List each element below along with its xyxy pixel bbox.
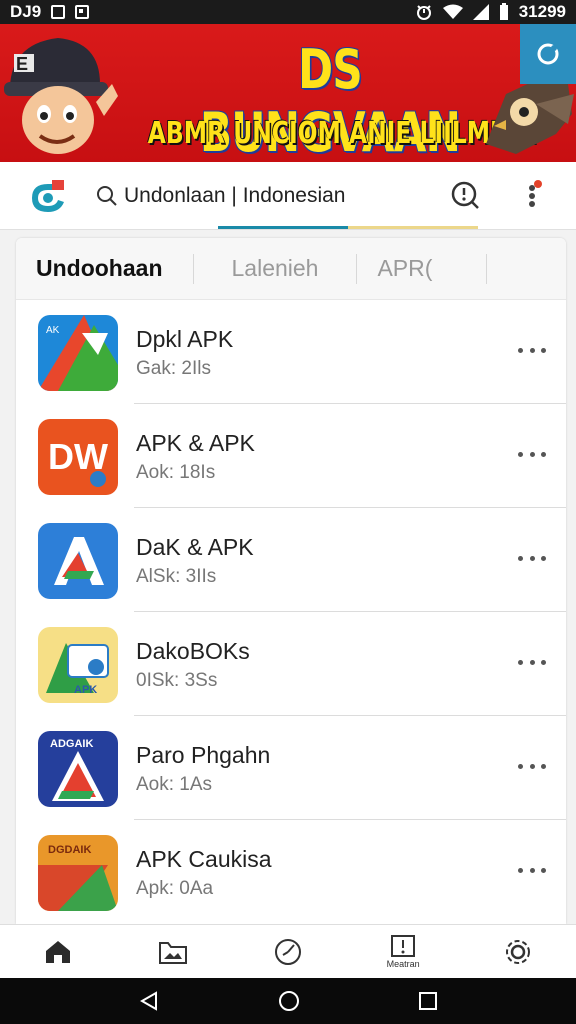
tab-label: Undoohaan [36,255,163,281]
wifi-icon [442,4,463,19]
tab-label: APR( [377,255,433,281]
home-circle-icon[interactable] [277,989,301,1013]
apk-yellow-icon: APK [38,627,118,703]
item-more-button[interactable] [518,548,546,568]
nav-downloads[interactable]: Meatran [373,925,433,979]
nav-label: Meatran [386,959,420,969]
status-carrier: DJ9 [10,2,42,21]
svg-text:APK: APK [74,684,97,696]
notification-dot [534,180,542,188]
signal-icon [472,4,489,20]
list-item[interactable]: DGDAIK APK Caukisa Apk: 0Aa [16,820,566,924]
more-options-button[interactable] [520,178,544,214]
list-item[interactable]: DW APK & APK Aok: 18Is [16,404,566,508]
item-more-button[interactable] [518,340,546,360]
app-name: Dpkl APK [136,326,234,352]
tab-bar: Undoohaan Lalenieh APR( [16,238,566,300]
settings-gear-icon [506,939,531,964]
list-item[interactable]: DaK & APK AlSk: 3IIs [16,508,566,612]
item-more-button[interactable] [518,860,546,880]
search-input[interactable]: Undonlaan | Indonesian [96,178,436,214]
dgdaik-orange-icon: DGDAIK [38,835,118,911]
list-item[interactable]: APK DakoBOKs 0ISk: 3Ss [16,612,566,716]
app-name: DaK & APK [136,534,254,560]
app-meta: Apk: 0Aa [136,878,214,899]
search-tab-indicator-secondary [348,226,478,229]
app-name: APK Caukisa [136,846,272,872]
download-box-icon [391,935,416,957]
tab-0[interactable]: Undoohaan [16,253,194,284]
apk-a-blue-icon [38,523,118,599]
item-more-button[interactable] [518,652,546,672]
refresh-circle-icon [537,43,559,65]
app-meta: Gak: 2Ils [136,358,211,379]
app-meta: 0ISk: 3Ss [136,670,218,691]
svg-text:DGDAIK: DGDAIK [48,844,91,856]
home-icon [45,940,70,963]
svg-text:ADGAIK: ADGAIK [50,738,93,750]
system-nav-bar [0,978,576,1024]
search-query: Undonlaan | Indonesian [124,184,346,207]
tab-label: Lalenieh [231,255,319,281]
adgaik-a-icon: ADGAIK [38,731,118,807]
svg-text:AK: AK [46,325,60,336]
mascot-illustration [4,38,118,154]
history-icon[interactable] [450,180,482,212]
window-icon [51,5,66,19]
app-logo-icon[interactable] [28,178,68,214]
app-meta: Aok: 18Is [136,462,216,483]
promo-banner[interactable]: E DS BUNGVAAN ABMR UNCIOM ANIE LIILMNA! [0,24,576,162]
tab-2[interactable]: APR( [357,253,488,284]
item-more-button[interactable] [518,756,546,776]
clock-icon [274,938,301,965]
app-meta: AlSk: 3IIs [136,566,217,587]
owl-illustration [486,80,574,154]
search-icon [97,186,117,206]
dw-orange-icon: DW [38,419,118,495]
app-meta: Aok: 1As [136,774,213,795]
nav-home[interactable] [28,925,88,979]
apk-triangle-blue-icon: AK [38,315,118,391]
mascot-hat-badge: E [16,54,29,74]
recents-icon[interactable] [418,991,438,1011]
status-left: DJ9 [10,2,90,22]
search-bar: Undonlaan | Indonesian [0,162,576,230]
nav-files[interactable] [143,925,203,979]
back-icon[interactable] [138,990,160,1012]
status-right: 31299 [415,2,566,22]
banner-subtitle: ABMR UNCIOM ANIE LIILMNA! [147,116,539,151]
status-time: 31299 [518,2,566,21]
list-item[interactable]: AK Dpkl APK Gak: 2Ils [16,300,566,404]
app-name: Paro Phgahn [136,742,271,768]
nav-recent[interactable] [258,925,318,979]
battery-icon [499,3,508,20]
bottom-nav: Meatran [0,924,576,978]
banner-badge-button[interactable] [520,24,576,84]
app-name: APK & APK [136,430,255,456]
downloads-panel: Undoohaan Lalenieh APR( AK Dpkl APK Gak:… [16,238,566,924]
list-item[interactable]: ADGAIK Paro Phgahn Aok: 1As [16,716,566,820]
search-tab-indicator [218,226,348,229]
image-icon [75,5,90,19]
app-name: DakoBOKs [136,638,250,664]
nav-settings[interactable] [488,925,548,979]
svg-text:DW: DW [48,436,108,477]
status-bar: DJ9 31299 [0,0,576,24]
alarm-icon [416,5,431,20]
folder-image-icon [158,941,187,964]
tab-1[interactable]: Lalenieh [194,253,358,284]
item-more-button[interactable] [518,444,546,464]
